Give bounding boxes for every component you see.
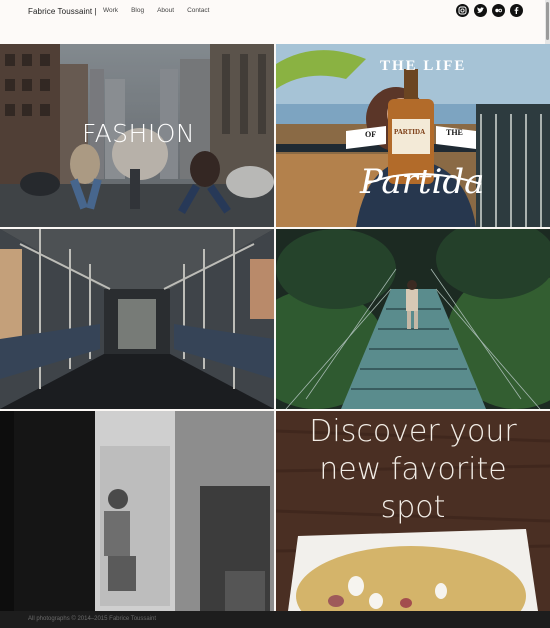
site-brand[interactable]: Fabrice Toussaint | [28,7,97,16]
discover-line-2: new favorite [319,452,507,487]
site-footer: All photographs © 2014–2015 Fabrice Tous… [0,611,550,628]
partida-arc-text: THE LIFE [380,58,467,74]
fashion-tile[interactable]: FASHION [0,44,274,227]
scrollbar-thumb[interactable] [546,2,549,40]
twitter-icon[interactable] [474,4,487,17]
flickr-icon[interactable] [492,4,505,17]
discover-tile[interactable]: Discover your new favorite spot [276,411,550,611]
portfolio-grid: FASHION THE LIFE OF THE PARTIDA Partida … [0,44,550,611]
discover-headline: Discover your new favorite spot [276,411,550,527]
nav-about[interactable]: About [157,7,174,14]
bridge-photo [276,229,550,409]
partida-right-text: THE [446,128,463,137]
partida-tile[interactable]: THE LIFE OF THE PARTIDA Partida [276,44,550,227]
site-header: Fabrice Toussaint | Work Blog About Cont… [0,0,550,44]
nav-blog[interactable]: Blog [131,7,144,14]
discover-line-1: Discover your [309,414,517,449]
nav-contact[interactable]: Contact [187,7,209,14]
portrait-tile[interactable] [0,411,274,611]
fashion-title: FASHION [82,119,196,148]
discover-line-3: spot [380,490,446,525]
main-nav: Work Blog About Contact [103,7,222,14]
footer-copyright: All photographs © 2014–2015 Fabrice Tous… [28,616,157,622]
partida-left-text: OF [365,130,377,139]
scrollbar[interactable] [545,0,550,44]
social-links [456,4,523,17]
partida-script-text: Partida [360,162,485,202]
partida-bottle-label: PARTIDA [394,128,426,136]
nav-work[interactable]: Work [103,7,118,14]
portrait-photo [0,411,274,611]
facebook-icon[interactable] [510,4,523,17]
subway-photo [0,229,274,409]
instagram-icon[interactable] [456,4,469,17]
subway-tile[interactable] [0,229,274,409]
bridge-tile[interactable] [276,229,550,409]
